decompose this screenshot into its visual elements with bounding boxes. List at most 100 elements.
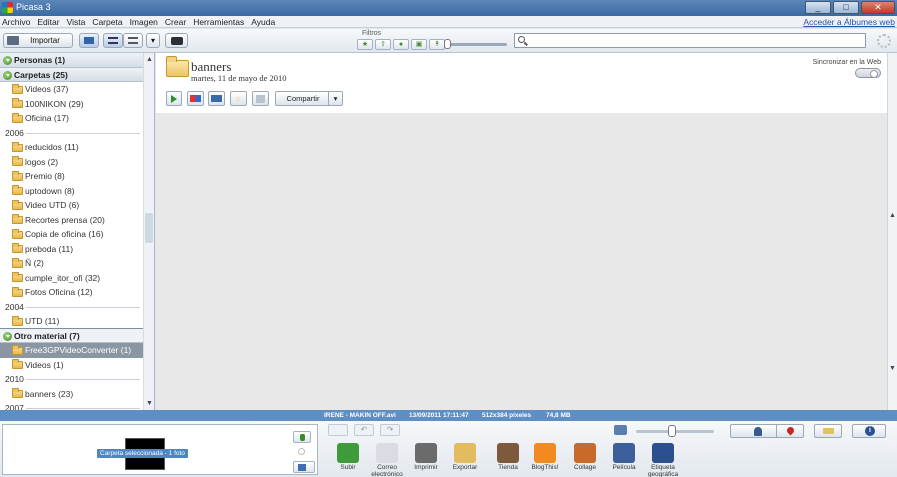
action-subir-button[interactable]: Subir (330, 443, 366, 471)
chevron-down-icon: ▾ (333, 94, 338, 103)
maximize-button[interactable]: □ (833, 1, 859, 14)
menu-bar: Archivo Editar Vista Carpeta Imagen Crear Herr… (0, 16, 897, 28)
minimize-button[interactable]: _ (805, 1, 831, 14)
close-button[interactable]: ✕ (861, 1, 895, 14)
scrollbar-thumb[interactable] (145, 213, 153, 243)
folder-item[interactable]: 100NIKON (29) (0, 97, 143, 112)
list-view-icon (108, 37, 118, 44)
section-header[interactable]: Personas (1) (0, 53, 143, 68)
folder-item[interactable]: uptodown (8) (0, 184, 143, 199)
filter-slider-handle[interactable] (444, 39, 451, 49)
folder-item[interactable]: Videos (1) (0, 358, 143, 373)
folder-icon (12, 315, 23, 326)
collage-button[interactable] (187, 91, 204, 106)
movie-button[interactable] (208, 91, 225, 106)
tray-tool-button-1[interactable] (328, 424, 348, 436)
view-list-button[interactable] (103, 33, 123, 48)
star-button[interactable]: ☆ (230, 91, 247, 106)
share-button[interactable]: Compartir (275, 91, 331, 106)
action-collage-button[interactable]: Collage (567, 443, 603, 471)
action-correo-button[interactable]: Correo electrónico (369, 443, 405, 477)
folder-item[interactable]: preboda (11) (0, 242, 143, 257)
rotate-left-button[interactable]: ↶ (354, 424, 374, 436)
action-label: Tienda (498, 464, 518, 471)
menu-item-crear[interactable]: Crear (165, 17, 186, 27)
action-pelcula-button[interactable]: Película (606, 443, 642, 471)
scroll-up-arrow-icon[interactable]: ▲ (145, 55, 154, 64)
menu-item-ayuda[interactable]: Ayuda (251, 17, 275, 27)
menu-item-vista[interactable]: Vista (67, 17, 86, 27)
info-button[interactable]: i (852, 424, 886, 438)
folder-item[interactable]: Oficina (17) (0, 111, 143, 126)
filter-person-button[interactable]: ● (393, 39, 409, 50)
folder-list-scrollbar[interactable]: ▲ ▼ (143, 53, 154, 410)
folder-item[interactable]: banners (23) (0, 387, 143, 402)
action-blogthis-button[interactable]: BlogThis! (527, 443, 563, 471)
folder-item[interactable]: Copia de oficina (16) (0, 227, 143, 242)
album-header: banners martes, 11 de mayo de 2010 Sincr… (156, 53, 887, 113)
action-imprimir-button[interactable]: Imprimir (408, 443, 444, 471)
view-tree-button[interactable] (123, 33, 143, 48)
scroll-down-arrow-icon[interactable]: ▼ (145, 399, 154, 408)
row-label: Oficina (17) (25, 113, 69, 123)
menu-item-editar[interactable]: Editar (37, 17, 59, 27)
clear-button[interactable] (293, 446, 311, 458)
filter-slider-track[interactable] (447, 43, 507, 46)
row-label: cumple_itor_ofi (32) (25, 272, 101, 283)
window-controls: _ □ ✕ (805, 1, 895, 14)
share-dropdown-button[interactable]: ▾ (328, 91, 343, 106)
scroll-down-arrow-icon[interactable]: ▼ (888, 365, 897, 372)
action-etiqueta-button[interactable]: Etiqueta geográfica (645, 443, 681, 477)
geotag-button[interactable] (776, 424, 804, 438)
folder-item[interactable]: Recortes prensa (20) (0, 213, 143, 228)
filter-video-button[interactable]: ▣ (411, 39, 427, 50)
people-button[interactable] (165, 33, 188, 48)
folder-item[interactable]: Videos (37) (0, 82, 143, 97)
people-icon (170, 37, 183, 45)
import-button[interactable]: Importar (3, 33, 73, 48)
folder-item[interactable]: logos (2) (0, 155, 143, 170)
section-header[interactable]: Carpetas (25) (0, 67, 143, 82)
title-bar: Picasa 3 _ □ ✕ (0, 0, 897, 16)
action-exportar-button[interactable]: Exportar (447, 443, 483, 471)
web-albums-link[interactable]: Acceder a Álbumes web (803, 17, 895, 27)
collapse-arrow-icon[interactable] (3, 331, 12, 341)
view-dropdown-button[interactable]: ▾ (146, 33, 160, 48)
menu-item-herramientas[interactable]: Herramientas (193, 17, 244, 27)
folder-item[interactable]: reducidos (11) (0, 140, 143, 155)
collapse-arrow-icon[interactable] (3, 70, 12, 80)
folder-item[interactable]: cumple_itor_ofi (32) (0, 271, 143, 286)
rotate-right-button[interactable]: ↷ (380, 424, 400, 436)
import-label: Importar (30, 36, 60, 45)
zoom-slider-handle[interactable] (668, 425, 676, 437)
filter-upload-button[interactable]: ⇧ (375, 39, 391, 50)
folder-item[interactable]: Video UTD (6) (0, 198, 143, 213)
folder-item[interactable]: Free3GPVideoConverter (1) (0, 343, 143, 358)
row-label: Copia de oficina (16) (25, 229, 104, 239)
folder-item[interactable]: Ñ (2) (0, 256, 143, 271)
filter-star-button[interactable]: ★ (357, 39, 373, 50)
slideshow-button[interactable] (166, 91, 182, 106)
folder-item[interactable]: UTD (11) (0, 314, 143, 329)
window-title: Picasa 3 (16, 2, 51, 12)
section-header[interactable]: Otro material (7) (0, 327, 144, 344)
sync-web-toggle[interactable] (855, 68, 881, 78)
menu-item-archivo[interactable]: Archivo (2, 17, 30, 27)
collapse-arrow-icon[interactable] (3, 56, 12, 65)
save-button[interactable] (252, 91, 269, 106)
search-input[interactable] (529, 35, 859, 46)
hold-button[interactable] (293, 431, 311, 443)
action-tienda-button[interactable]: Tienda (490, 443, 526, 471)
library-scrollbar[interactable]: ▲ ▼ (887, 53, 897, 410)
menu-item-carpeta[interactable]: Carpeta (92, 17, 122, 27)
scroll-up-arrow-icon[interactable]: ▲ (888, 212, 897, 219)
add-to-album-tray-button[interactable] (293, 461, 315, 473)
folder-icon (12, 141, 23, 152)
add-to-album-button[interactable] (79, 33, 99, 48)
folder-item[interactable]: Fotos Oficina (12) (0, 285, 143, 300)
menu-item-imagen[interactable]: Imagen (130, 17, 158, 27)
tags-button[interactable] (814, 424, 842, 438)
filter-geotag-button[interactable]: ↟ (429, 39, 445, 50)
folder-item[interactable]: Premio (8) (0, 169, 143, 184)
row-label: Videos (37) (25, 84, 69, 94)
